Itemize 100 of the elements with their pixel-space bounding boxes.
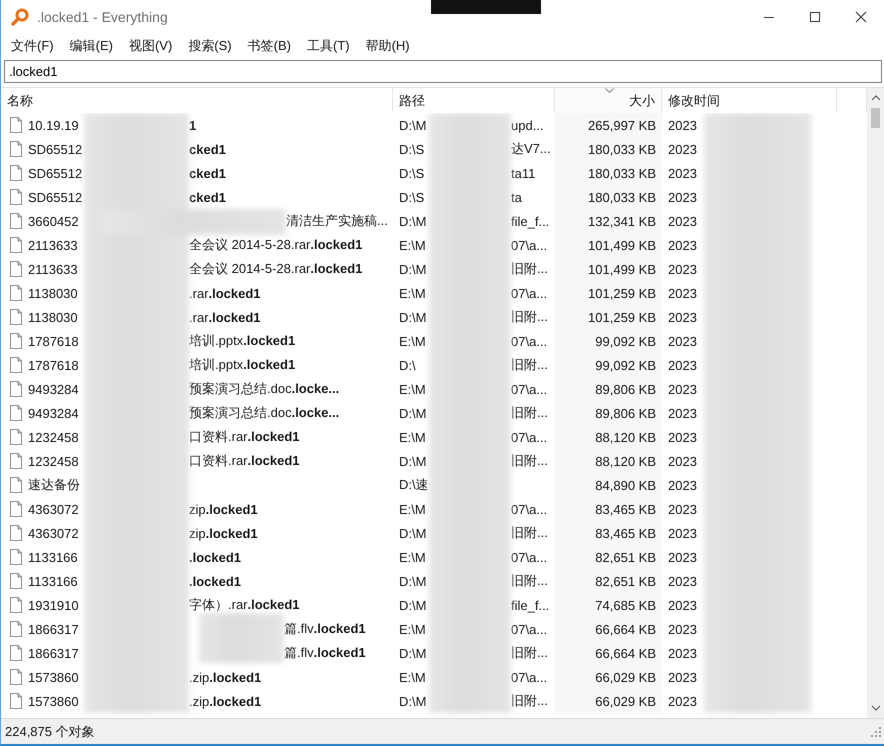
file-name: 1931910 (28, 598, 80, 613)
modified-date: 2023 (668, 214, 697, 229)
file-name: 篇.flv.locked1 (284, 620, 366, 638)
file-name: cked1 (189, 142, 226, 157)
file-path: E:\M (399, 334, 427, 349)
file-size: 82,651 KB (595, 574, 656, 589)
file-path: 旧附... (511, 692, 548, 710)
file-size: 99,092 KB (595, 358, 656, 373)
modified-date: 2023 (668, 238, 697, 253)
file-path: 07\a... (511, 622, 548, 637)
menu-item[interactable]: 文件(F) (3, 36, 62, 55)
file-path: D:\M (399, 310, 427, 325)
file-path: 达V7... (511, 140, 551, 158)
scroll-thumb[interactable] (871, 108, 880, 128)
file-icon (10, 597, 22, 614)
file-name: 1787618 (28, 334, 80, 349)
file-path: ta11 (511, 166, 536, 181)
file-size: 89,806 KB (595, 406, 656, 421)
modified-date: 2023 (668, 310, 697, 325)
modified-date: 2023 (668, 118, 697, 133)
file-icon (10, 549, 22, 566)
file-path: D:\S (399, 142, 426, 157)
window-title: .locked1 - Everything (37, 9, 168, 25)
file-name: 1787618 (28, 358, 80, 373)
file-icon (10, 381, 22, 398)
file-name: 10.19.19 (28, 118, 80, 133)
file-icon (10, 525, 22, 542)
file-path: 旧附... (511, 524, 548, 542)
resize-grip-icon[interactable] (871, 726, 881, 737)
file-name: SD65512 (28, 166, 84, 181)
maximize-icon (809, 11, 821, 23)
file-name: 1138030 (28, 286, 79, 301)
file-path: E:\M (399, 622, 427, 637)
file-path: E:\M (399, 550, 427, 565)
file-path: 07\a... (511, 238, 548, 253)
menu-item[interactable]: 帮助(H) (358, 36, 418, 55)
file-icon (10, 573, 22, 590)
file-path: 07\a... (511, 670, 548, 685)
file-path: 旧附... (511, 404, 548, 422)
menu-item[interactable]: 编辑(E) (62, 36, 121, 55)
modified-date: 2023 (668, 694, 697, 709)
menu-item[interactable]: 视图(V) (120, 36, 180, 55)
file-name: .locked1 (189, 550, 242, 565)
file-path: D:\M (399, 574, 427, 589)
file-size: 99,092 KB (595, 334, 656, 349)
search-field[interactable]: .locked1 (4, 60, 882, 84)
file-name: 1133166 (28, 550, 79, 565)
file-size: 82,651 KB (595, 550, 656, 565)
scroll-down-icon[interactable] (870, 704, 880, 712)
modified-date: 2023 (668, 502, 697, 517)
file-name: 1 (189, 118, 196, 133)
file-name: cked1 (189, 190, 226, 205)
modified-date: 2023 (668, 334, 697, 349)
file-name: 9493284 (28, 406, 80, 421)
file-size: 66,029 KB (595, 694, 656, 709)
close-icon (855, 11, 867, 23)
file-name: 2113633 (28, 238, 79, 253)
file-path: 07\a... (511, 286, 548, 301)
file-path: D:\M (399, 646, 427, 661)
modified-date: 2023 (668, 526, 697, 541)
file-size: 88,120 KB (595, 454, 656, 469)
file-name: 1866317 (28, 646, 80, 661)
modified-date: 2023 (668, 142, 697, 157)
scrollbar[interactable] (867, 88, 884, 718)
file-path: 07\a... (511, 430, 548, 445)
file-name: 全会议 2014-5-28.rar.locked1 (189, 236, 362, 254)
file-path: D:\M (399, 694, 427, 709)
file-path: upd... (511, 118, 544, 133)
file-name: 1232458 (28, 454, 80, 469)
file-icon (10, 117, 22, 134)
file-size: 180,033 KB (588, 166, 656, 181)
file-path: 旧附... (511, 260, 548, 278)
file-name: .rar.locked1 (189, 286, 261, 301)
file-size: 89,806 KB (595, 382, 656, 397)
modified-date: 2023 (668, 550, 697, 565)
menu-item[interactable]: 书签(B) (240, 36, 299, 55)
file-name: 4363072 (28, 526, 80, 541)
modified-date: 2023 (668, 382, 697, 397)
file-path: D:\S (399, 190, 426, 205)
file-name: 全会议 2014-5-28.rar.locked1 (189, 260, 362, 278)
menu-item[interactable]: 搜索(S) (180, 36, 240, 55)
modified-date: 2023 (668, 574, 697, 589)
modified-date: 2023 (668, 622, 697, 637)
file-name: zip.locked1 (189, 526, 258, 541)
file-name: 9493284 (28, 382, 80, 397)
file-icon (10, 309, 22, 326)
file-icon (10, 333, 22, 350)
menu-item[interactable]: 工具(T) (298, 36, 358, 55)
file-icon (10, 189, 22, 206)
file-name: 预案演习总结.doc.locke... (189, 404, 340, 422)
file-name: 篇.flv.locked1 (284, 644, 366, 662)
scroll-up-icon[interactable] (870, 94, 880, 102)
file-name: 培训.pptx.locked1 (189, 356, 296, 374)
file-path: D:\M (399, 118, 427, 133)
file-name: 2113633 (28, 262, 79, 277)
file-size: 265,997 KB (588, 118, 656, 133)
file-path: 旧附... (511, 308, 548, 326)
file-path: D:\M (399, 598, 427, 613)
file-size: 101,259 KB (588, 286, 656, 301)
file-size: 74,685 KB (595, 598, 656, 613)
